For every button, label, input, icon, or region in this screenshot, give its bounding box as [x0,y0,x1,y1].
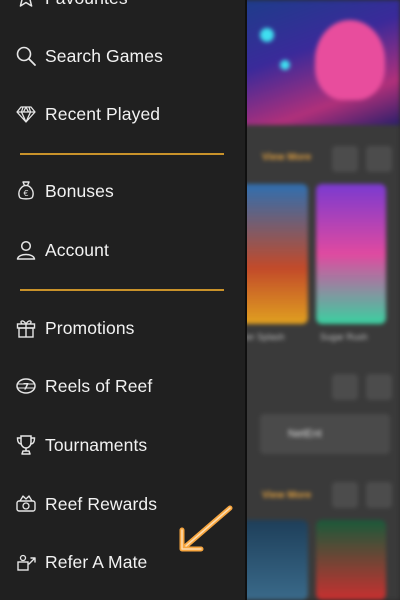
diamond-icon [14,102,38,126]
menu-item-recent-played[interactable]: Recent Played [0,94,245,134]
octopus-graphic [315,20,385,100]
carousel-prev-button[interactable] [332,482,358,508]
menu-item-bonuses[interactable]: € Bonuses [0,171,245,211]
carousel-next-button[interactable] [366,374,392,400]
arrow-pointer-icon [179,505,233,552]
search-icon [14,44,38,68]
trophy-icon [14,433,38,457]
menu-item-label: Search Games [45,45,163,66]
game-tile[interactable] [240,520,308,600]
menu-item-tournaments[interactable]: Tournaments [0,425,245,465]
carousel-prev-button[interactable] [332,374,358,400]
game-tile[interactable] [316,184,386,324]
refer-icon [14,550,38,574]
rewards-icon [14,492,38,516]
menu-divider [20,153,224,155]
game-title: ker Splash [242,332,285,342]
game-tile[interactable] [316,520,386,600]
menu-item-favourites[interactable]: Favourites [0,0,245,18]
menu-item-label: Reef Rewards [45,493,158,514]
svg-text:€: € [23,189,28,198]
menu-item-promotions[interactable]: Promotions [0,308,245,348]
menu-item-search-games[interactable]: Search Games [0,36,245,76]
carousel-next-button[interactable] [366,146,392,172]
money-bag-icon: € [14,179,38,203]
view-more-link[interactable]: View More [262,490,311,501]
background-game-lobby: View More ker Splash Sugar Rush NetEnt V… [240,0,400,600]
menu-item-reels-of-reef[interactable]: 7 Reels of Reef [0,366,245,406]
user-icon [14,238,38,262]
star-icon [14,0,38,10]
menu-item-label: Account [45,239,109,260]
menu-divider [20,289,224,291]
menu-item-label: Tournaments [45,434,148,455]
gift-icon [14,316,38,340]
svg-text:7: 7 [23,383,29,393]
provider-strip [260,414,390,454]
view-more-link[interactable]: View More [262,152,311,163]
menu-item-label: Promotions [45,317,135,338]
game-tile[interactable] [240,184,308,324]
bubble-graphic [260,28,274,42]
bubble-graphic [280,60,290,70]
menu-item-label: Bonuses [45,180,114,201]
slot-reel-icon: 7 [14,374,38,398]
menu-item-account[interactable]: Account [0,230,245,270]
menu-item-label: Reels of Reef [45,375,153,396]
carousel-prev-button[interactable] [332,146,358,172]
menu-item-label: Refer A Mate [45,551,148,572]
menu-item-label: Recent Played [45,103,161,124]
menu-item-label: Favourites [45,0,128,9]
provider-logo[interactable]: NetEnt [288,428,322,440]
carousel-next-button[interactable] [366,482,392,508]
promo-banner [240,0,400,125]
game-title: Sugar Rush [320,332,368,342]
